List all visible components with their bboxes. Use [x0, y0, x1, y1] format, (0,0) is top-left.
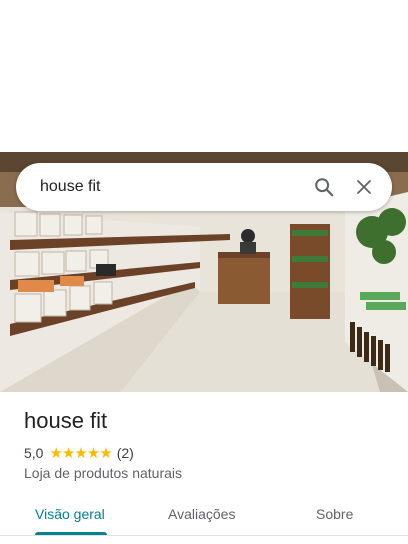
- rating-value: 5,0: [24, 445, 44, 461]
- close-icon[interactable]: [344, 167, 384, 207]
- star-rating-icon: ★★★★★: [49, 445, 112, 462]
- tab-bar: Visão geral Avaliações Sobre: [0, 496, 408, 536]
- search-input[interactable]: house fit: [40, 178, 304, 196]
- tab-about[interactable]: Sobre: [316, 506, 353, 522]
- place-category: Loja de produtos naturais: [24, 465, 182, 481]
- tab-overview[interactable]: Visão geral: [35, 506, 105, 522]
- place-title: house fit: [24, 408, 108, 433]
- search-bar[interactable]: house fit: [16, 163, 392, 211]
- review-count[interactable]: (2): [117, 445, 134, 461]
- tab-reviews[interactable]: Avaliações: [168, 506, 235, 522]
- tab-divider: [0, 535, 408, 536]
- rating-row[interactable]: 5,0 ★★★★★ (2): [24, 444, 134, 462]
- search-icon[interactable]: [304, 167, 344, 207]
